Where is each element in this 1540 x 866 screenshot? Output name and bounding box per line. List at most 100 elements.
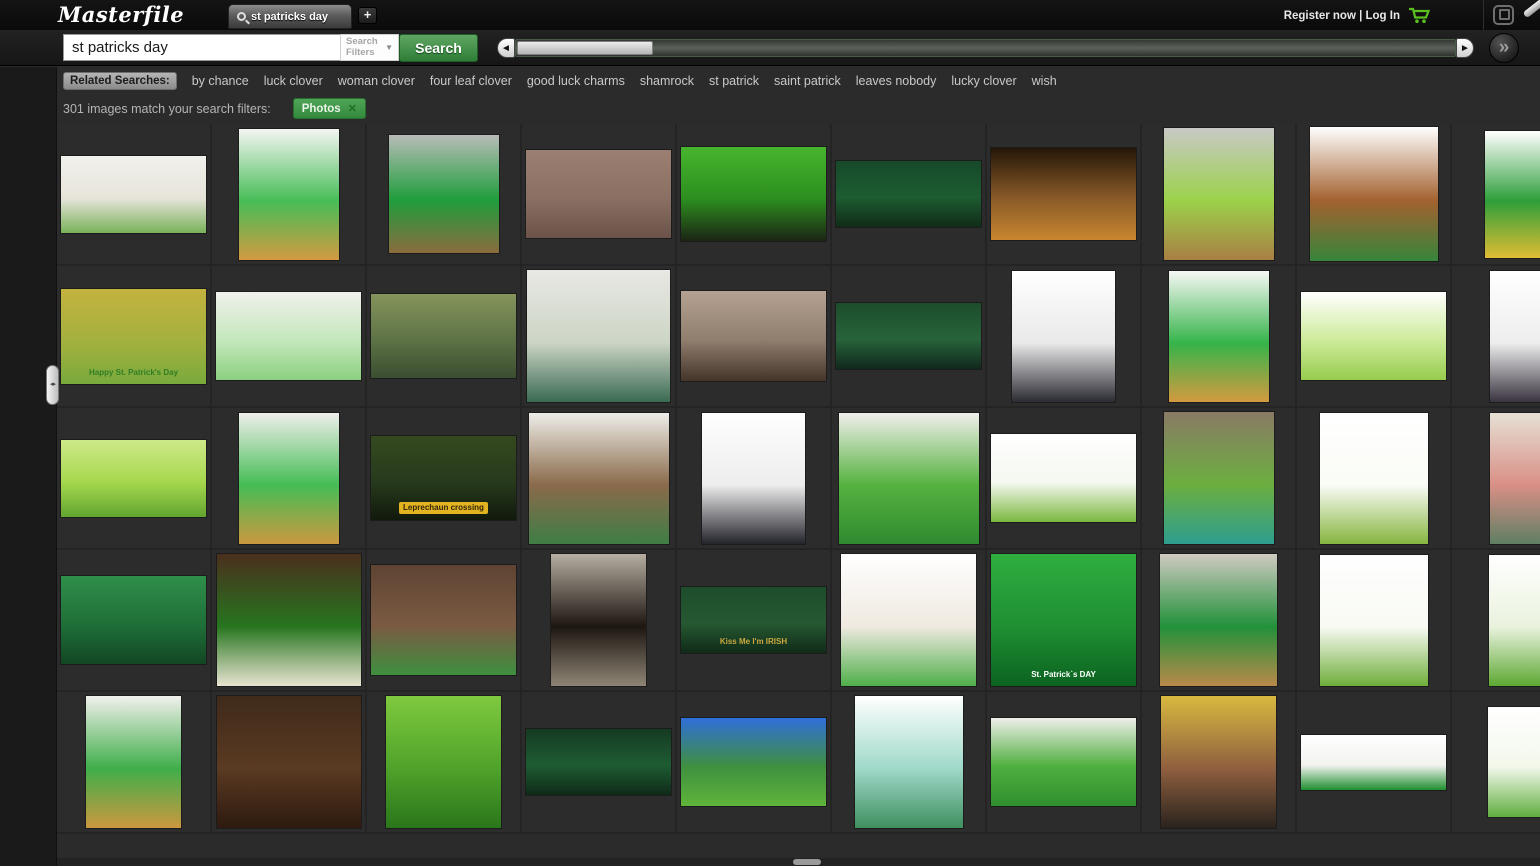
result-cell [57,550,212,690]
thumbnail-clover-on-trowel[interactable] [1164,412,1274,544]
thumbnail-green-beer-mug-2[interactable] [1160,554,1277,686]
filters-label-line1: Search [346,36,378,47]
thumbnail-green-beer-table[interactable] [1164,128,1274,260]
thumbnail-pub-friends[interactable] [371,565,516,675]
related-term[interactable]: woman clover [338,74,415,88]
thumbnail-pot-of-gold-rainbow[interactable] [836,161,981,227]
thumbnail-drink-glasses[interactable] [681,291,826,381]
thumbnail-woman-shamrock-boppers[interactable] [1012,271,1115,402]
horizontal-scrollbar[interactable] [0,858,1540,866]
pager-track[interactable] [515,39,1456,57]
remove-filter-icon[interactable]: ✕ [348,102,357,115]
thumbnail-clover-leaves-closeup[interactable] [386,696,501,828]
result-cell [367,266,522,406]
photos-filter-chip[interactable]: Photos ✕ [293,98,366,119]
thumbnail-light-green-clover[interactable] [1301,292,1446,380]
masterfile-logo[interactable]: Masterfile [58,2,184,27]
thumbnail-stout-pint[interactable] [551,554,646,686]
related-term[interactable]: good luck charms [527,74,625,88]
thumbnail-chocolate-cupcakes[interactable] [529,413,669,544]
related-term[interactable]: st patrick [709,74,759,88]
thumbnail-clover-closeup[interactable] [1489,555,1540,686]
result-cell [832,408,987,548]
thumbnail-pot-of-gold-rainbow-2[interactable] [526,729,671,795]
thumbnail-girl-green-hat[interactable] [839,413,979,544]
horizontal-scrollbar-thumb[interactable] [793,859,821,865]
thumbnail-dark-clover-patch[interactable] [61,576,206,664]
thumbnail-leprechaun-girl-illustration[interactable] [855,696,963,828]
thumbnail-green-beer-mug[interactable] [389,135,499,253]
thumbnail-bodhran-drum[interactable] [991,148,1136,240]
thumbnail-smiling-woman-boppers[interactable] [702,413,805,544]
related-term[interactable]: shamrock [640,74,694,88]
thumbnail-green-beer-glasses-row[interactable] [1301,735,1446,790]
thumbnail-tall-green-drink[interactable] [217,696,361,828]
thumbnail-cupcake-leprechaun-figurine[interactable] [86,696,181,828]
thumbnail-clover-on-white[interactable] [991,434,1136,522]
thumbnail-french-bulldog-boa[interactable] [841,554,976,686]
thumbnail-leprechaun-hat[interactable] [1485,131,1540,258]
thumbnail-happy-st-patricks-bokeh[interactable]: Happy St. Patrick's Day [61,289,206,384]
related-term[interactable]: wish [1032,74,1057,88]
related-term[interactable]: lucky clover [951,74,1016,88]
register-login-link[interactable]: Register now | Log In [1284,10,1400,22]
new-search-tab-button[interactable]: + [358,7,377,24]
thumbnail-bulldog-irish[interactable] [1310,127,1438,261]
result-cell [57,408,212,548]
pager-left-arrow[interactable]: ◄ [497,38,515,58]
thumbnail-corned-beef[interactable] [1490,413,1540,544]
search-button[interactable]: Search [399,34,478,62]
tools-icon[interactable] [1523,0,1540,18]
panel-resize-handle[interactable]: ◂▸ [46,365,59,405]
thumbnail-cupcake-green-plate[interactable] [239,413,339,544]
cart-icon[interactable] [1408,7,1430,24]
related-term[interactable]: by chance [192,74,249,88]
related-term[interactable]: four leaf clover [430,74,512,88]
related-term[interactable]: leaves nobody [856,74,937,88]
search-filters-dropdown[interactable]: Search Filters ▼ [340,34,399,61]
thumbnail-donkey-cart[interactable] [371,294,516,378]
thumbnail-shamrocks-on-white-wood[interactable] [61,156,206,233]
thumbnail-couple-with-stout[interactable] [1161,696,1276,828]
result-cell [987,408,1142,548]
thumbnail-st-patricks-day-card[interactable]: St. Patrick`s DAY [991,554,1136,686]
thumbnail-toddler-green-hat[interactable] [991,718,1136,806]
thumbnail-woman-looking-up[interactable] [1490,271,1540,402]
thumbnail-green-cupcake-2[interactable] [1169,271,1269,402]
result-cell [1297,124,1452,264]
result-cell [367,692,522,832]
thumbnail-green-truffles-cloth[interactable] [526,150,671,238]
thumbnail-green-bokeh-clovers[interactable] [61,440,206,517]
result-cell [1452,550,1540,690]
related-term[interactable]: saint patrick [774,74,841,88]
pager-right-arrow[interactable]: ► [1456,38,1474,58]
result-cell [832,124,987,264]
thumbnail-clover-with-stem[interactable] [1320,413,1428,544]
thumbnail-clover-on-white-2[interactable] [1488,707,1540,817]
search-query-tab[interactable]: st patricks day [228,4,352,29]
result-cell [1142,692,1297,832]
thumbnail-kiss-me-im-irish-wood[interactable]: Kiss Me I'm IRISH [681,587,826,653]
fast-forward-button[interactable]: » [1489,33,1519,63]
related-term[interactable]: luck clover [264,74,323,88]
thumbnail-woman-green-beer[interactable] [681,147,826,241]
thumbnail-clover-curved-stem[interactable] [1320,555,1428,686]
thumbnail-cat-green-wood[interactable] [836,303,981,369]
filters-label-line2: Filters [346,47,375,58]
thumbnail-green-beer-bar[interactable] [217,554,361,686]
results-count: 301 images match your search filters: [63,102,271,116]
thumbnail-shamrock-cookies[interactable] [216,292,361,380]
thumbnail-leprechaun-crossing-sign[interactable]: Leprechaun crossing [371,436,516,520]
thumbnail-green-cupcake[interactable] [239,129,339,260]
result-cell [1297,408,1452,548]
thumbnail-caption: Kiss Me I'm IRISH [720,637,787,647]
lightbox-icon[interactable] [1493,5,1514,25]
pager-thumb[interactable] [517,41,653,55]
result-cell [1297,266,1452,406]
account-links[interactable]: Register now | Log In [1284,7,1430,24]
search-input[interactable] [63,34,340,61]
thumbnail-clover-field-sky[interactable] [681,718,826,806]
thumbnail-cupcakes-cake-stand[interactable] [527,270,670,402]
result-cell: Leprechaun crossing [367,408,522,548]
result-cell [212,692,367,832]
